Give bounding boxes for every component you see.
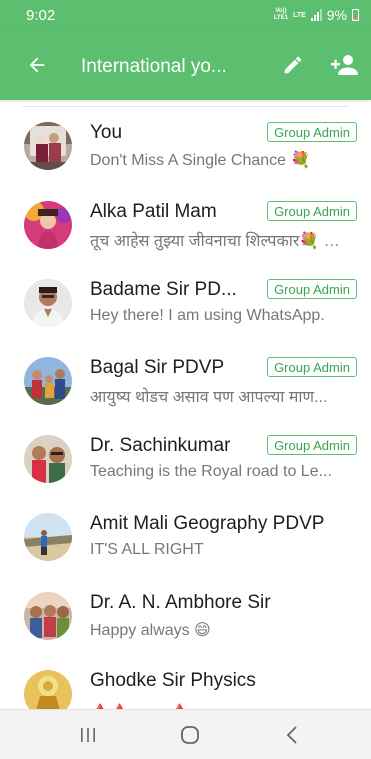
app-bar: International yo... [0, 30, 371, 100]
status-indicators: Vo)) LTE1 LTE 9% [274, 7, 359, 23]
status-bar: 9:02 Vo)) LTE1 LTE 9% [0, 0, 371, 30]
group-admin-badge: Group Admin [267, 279, 357, 299]
arrow-left-icon[interactable] [26, 54, 48, 76]
participant-row[interactable]: Dr. A. N. Ambhore Sir Happy always 😄 [0, 583, 371, 661]
participant-name: You [90, 122, 123, 143]
participant-status: आयुष्य थोडच असाव पण आपल्या माण... [90, 389, 328, 406]
group-admin-badge: Group Admin [267, 201, 357, 221]
group-admin-badge: Group Admin [267, 357, 357, 377]
lte-indicator: LTE [293, 11, 306, 19]
participant-row[interactable]: Dr. Sachinkumar Group Admin Teaching is … [0, 426, 371, 504]
participant-row[interactable]: Alka Patil Mam Group Admin तूच आहेस तुझ्… [0, 192, 371, 270]
avatar[interactable] [24, 122, 72, 170]
home-icon[interactable] [180, 726, 200, 744]
battery-percent: 9% [326, 7, 347, 23]
avatar[interactable] [24, 513, 72, 561]
avatar[interactable] [24, 435, 72, 483]
avatar[interactable] [24, 279, 72, 327]
avatar[interactable] [24, 592, 72, 640]
participant-row[interactable]: Bagal Sir PDVP Group Admin आयुष्य थोडच अ… [0, 348, 371, 426]
group-title[interactable]: International yo... [81, 56, 261, 78]
avatar[interactable] [24, 201, 72, 249]
participant-name: Amit Mali Geography PDVP [90, 513, 325, 534]
volte-indicator: Vo)) LTE1 [273, 8, 289, 21]
participant-status: तूच आहेस तुझ्या जीवनाचा शिल्पकार💐 … [90, 233, 340, 250]
participant-status: Teaching is the Royal road to Le... [90, 463, 332, 480]
participant-name: Alka Patil Mam [90, 201, 217, 222]
participant-status: Happy always 😄 [90, 622, 211, 639]
group-admin-badge: Group Admin [267, 435, 357, 455]
group-admin-badge: Group Admin [267, 122, 357, 142]
pencil-icon[interactable] [282, 54, 304, 76]
list-divider [22, 106, 349, 107]
participant-status: Hey there! I am using WhatsApp. [90, 307, 325, 324]
participant-name: Bagal Sir PDVP [90, 357, 225, 378]
status-time: 9:02 [26, 6, 56, 24]
nav-back-icon[interactable] [286, 726, 298, 744]
battery-icon [352, 9, 359, 21]
participant-status: Don't Miss A Single Chance 💐 [90, 152, 311, 169]
person-add-icon[interactable] [331, 54, 359, 76]
participant-name: Badame Sir PD... [90, 279, 237, 300]
avatar[interactable] [24, 357, 72, 405]
participant-name: Dr. A. N. Ambhore Sir [90, 592, 271, 613]
navigation-bar [0, 709, 371, 759]
participant-name: Dr. Sachinkumar [90, 435, 231, 456]
participant-row[interactable]: Badame Sir PD... Group Admin Hey there! … [0, 270, 371, 348]
participant-row[interactable]: Amit Mali Geography PDVP IT'S ALL RIGHT [0, 504, 371, 582]
recents-icon[interactable] [79, 727, 97, 743]
participant-row[interactable]: You Group Admin Don't Miss A Single Chan… [0, 113, 371, 191]
participant-name: Ghodke Sir Physics [90, 670, 256, 691]
participant-status: IT'S ALL RIGHT [90, 541, 204, 558]
signal-icon [310, 9, 322, 21]
